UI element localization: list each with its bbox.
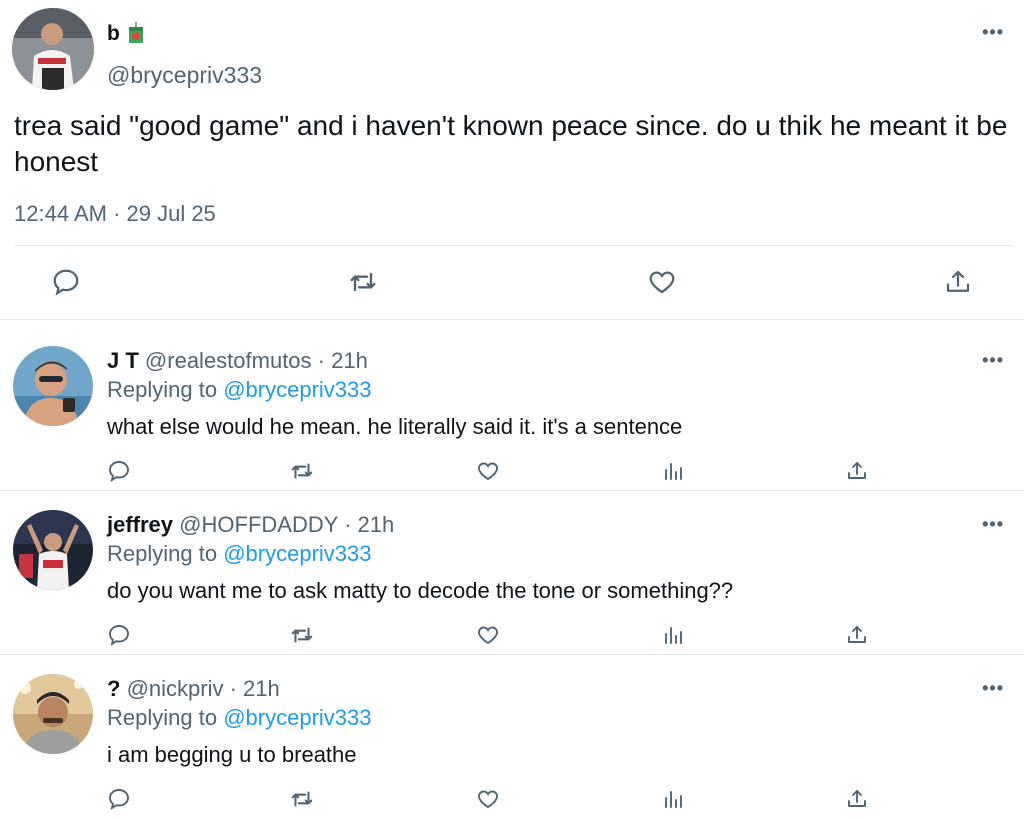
display-name[interactable]: J T: [107, 348, 139, 373]
tweet-actions: [0, 262, 1024, 306]
display-name[interactable]: ?: [107, 676, 120, 701]
juice-box-emoji-icon: [128, 22, 144, 44]
main-tweet: b @brycepriv333 ••• trea said "good game…: [0, 0, 1024, 320]
tweet-text: trea said "good game" and i haven't know…: [14, 110, 1008, 177]
retweet-icon[interactable]: [287, 620, 317, 650]
replying-to: Replying to @brycepriv333: [107, 705, 372, 731]
like-icon[interactable]: [642, 262, 682, 302]
share-icon[interactable]: [842, 620, 872, 650]
reply-tweet: ? @nickpriv · 21h ••• Replying to @bryce…: [0, 656, 1024, 819]
handle-time[interactable]: @realestofmutos · 21h: [145, 348, 368, 373]
analytics-icon[interactable]: [658, 784, 688, 814]
avatar[interactable]: [13, 674, 93, 754]
handle-time[interactable]: @nickpriv · 21h: [127, 676, 280, 701]
reply-tweet: J T @realestofmutos · 21h ••• Replying t…: [0, 328, 1024, 491]
replying-prefix: Replying to: [107, 705, 218, 730]
replying-prefix: Replying to: [107, 377, 218, 402]
divider: [0, 654, 1024, 655]
avatar[interactable]: [12, 8, 94, 90]
more-options-icon[interactable]: •••: [982, 350, 1004, 371]
retweet-icon[interactable]: [287, 456, 317, 486]
replying-to: Replying to @brycepriv333: [107, 541, 372, 567]
reply-actions: [0, 456, 1024, 488]
share-icon[interactable]: [842, 456, 872, 486]
reply-actions: [0, 620, 1024, 652]
replying-handle-link[interactable]: @brycepriv333: [223, 541, 371, 566]
share-icon[interactable]: [938, 262, 978, 302]
reply-text: i am begging u to breathe: [107, 742, 357, 767]
reply-actions: [0, 784, 1024, 816]
reply-header: ? @nickpriv · 21h: [107, 676, 280, 702]
more-options-icon[interactable]: •••: [982, 678, 1004, 699]
reply-icon[interactable]: [104, 456, 134, 486]
share-icon[interactable]: [842, 784, 872, 814]
handle-time[interactable]: @HOFFDADDY · 21h: [179, 512, 394, 537]
like-icon[interactable]: [473, 456, 503, 486]
replying-to: Replying to @brycepriv333: [107, 377, 372, 403]
more-options-icon[interactable]: •••: [982, 514, 1004, 535]
display-name[interactable]: jeffrey: [107, 512, 173, 537]
handle[interactable]: @brycepriv333: [107, 62, 262, 89]
retweet-icon[interactable]: [343, 262, 383, 302]
divider: [0, 490, 1024, 491]
reply-icon[interactable]: [104, 620, 134, 650]
analytics-icon[interactable]: [658, 620, 688, 650]
replying-handle-link[interactable]: @brycepriv333: [223, 377, 371, 402]
reply-icon[interactable]: [46, 262, 86, 302]
divider: [14, 245, 1012, 246]
avatar[interactable]: [13, 510, 93, 590]
reply-icon[interactable]: [104, 784, 134, 814]
replying-prefix: Replying to: [107, 541, 218, 566]
like-icon[interactable]: [473, 784, 503, 814]
retweet-icon[interactable]: [287, 784, 317, 814]
avatar[interactable]: [13, 346, 93, 426]
display-name[interactable]: b: [107, 22, 120, 46]
like-icon[interactable]: [473, 620, 503, 650]
reply-text: do you want me to ask matty to decode th…: [107, 578, 734, 603]
replying-handle-link[interactable]: @brycepriv333: [223, 705, 371, 730]
timestamp[interactable]: 12:44 AM · 29 Jul 25: [14, 201, 216, 227]
more-options-icon[interactable]: •••: [982, 22, 1004, 43]
reply-text: what else would he mean. he literally sa…: [107, 414, 683, 439]
reply-header: J T @realestofmutos · 21h: [107, 348, 368, 374]
reply-tweet: jeffrey @HOFFDADDY · 21h ••• Replying to…: [0, 492, 1024, 655]
divider: [0, 319, 1024, 320]
analytics-icon[interactable]: [658, 456, 688, 486]
reply-header: jeffrey @HOFFDADDY · 21h: [107, 512, 394, 538]
